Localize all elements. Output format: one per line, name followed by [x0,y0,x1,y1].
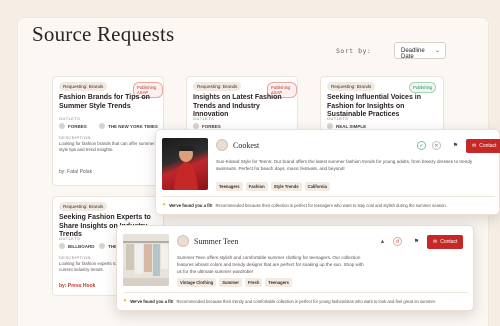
chevron-down-icon: ⌄ [434,48,440,54]
outlet-logo-icon [59,243,65,249]
contact-button[interactable]: ✉ Contact [427,235,464,249]
brand-tag: Teenagers [216,182,243,191]
match-note: ✦ We've found you a fit! Recommended beca… [123,298,437,304]
brand-photo [123,234,169,286]
sparkle-icon: ✦ [162,202,167,208]
brand-tag: Vintage Clothing [177,278,217,287]
mail-icon: ✉ [472,143,477,149]
category-tag: Requesting: Brands [59,202,108,211]
category-tag: Requesting: Brands [193,82,242,91]
page-title: Source Requests [32,22,175,46]
description-label: DESCRIPTION [59,255,91,260]
outlet-label: OUTLETS [327,116,349,121]
card-title: Fashion Brands for Tips on Summer Style … [59,94,150,110]
contact-button[interactable]: ✉ Contact [466,139,500,153]
brand-tag: Fresh [244,278,263,287]
outlet-label: OUTLETS [59,116,81,121]
outlet-logo-icon [59,123,65,129]
card-author: by: Fatal Polak [59,169,93,175]
bookmark-icon[interactable]: ⚑ [412,237,421,246]
outlet-item: BILLBOARD [59,243,95,249]
brand-name: Summer Teen [194,237,239,246]
brand-description: Summer Teen offers stylish and comfortab… [177,255,364,274]
thumbs-up-icon[interactable]: ▲ [378,237,387,246]
category-tag: Requesting: Brands [59,82,108,91]
sort-label: Sort by: [336,47,372,55]
card-description: Looking for fashion brands that can offe… [59,141,155,152]
match-note: ✦ We've found you a fit! Recommended beca… [162,202,447,208]
brand-tags: Teenagers Fashion Style Trends Californi… [216,182,330,191]
like-icon[interactable]: ✓ [417,141,426,150]
avatar [177,235,189,247]
dislike-icon[interactable]: ✕ [432,141,441,150]
card-author: by: Press Hook [59,283,96,289]
status-badge: Publishing [409,82,437,93]
sparkle-icon: ✦ [123,298,128,304]
brand-tag: Summer [219,278,242,287]
brand-description: Sun-Kissed Style for Teens: Our brand of… [216,159,473,171]
request-card[interactable]: Requesting: Brands Publishing ASAP Fashi… [52,76,164,186]
outlet-logo-icon [99,123,105,129]
dislike-icon[interactable]: ↺ [393,237,402,246]
divider [162,196,495,197]
divider [123,292,469,293]
outlet-item: THE NEW YORK TIMES [99,123,158,129]
brand-tag: California [304,182,330,191]
brand-tag: Style Trends [270,182,302,191]
sort-select[interactable]: Deadline Date ⌄ [394,42,446,60]
brand-tag: Fashion [245,182,268,191]
brand-name: Cookest [233,141,260,150]
outlet-label: OUTLETS [193,116,215,121]
description-label: DESCRIPTION [59,135,91,140]
outlet-item: FORBES [59,123,87,129]
category-tag: Requesting: Brands [327,82,376,91]
avatar [216,139,228,151]
brand-match-card[interactable]: Cookest ✓ ✕ ⚑ ✉ Contact Sun-Kissed Style … [155,129,500,215]
brand-match-card[interactable]: Summer Teen ▲ ↺ ⚑ ✉ Contact Summer Teen o… [116,225,474,311]
mail-icon: ✉ [433,239,438,245]
brand-tag: Teenagers [265,278,293,287]
brand-photo [162,138,208,190]
outlet-logo-icon [99,243,105,249]
sort-value: Deadline Date [401,48,425,60]
outlet-label: OUTLETS [59,236,81,241]
brand-tags: Vintage Clothing Summer Fresh Teenagers [177,278,293,287]
bookmark-icon[interactable]: ⚑ [451,141,460,150]
